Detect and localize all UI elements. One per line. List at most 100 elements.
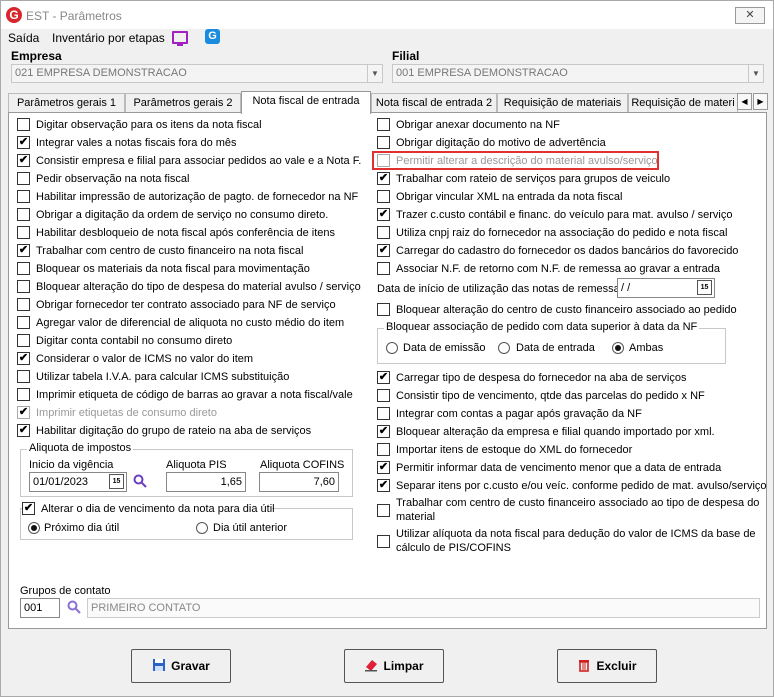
right-option-b-4[interactable]: Importar itens de estoque do XML do forn…	[377, 442, 762, 458]
checkbox[interactable]	[377, 190, 390, 203]
radio-proximo-dia[interactable]	[28, 522, 40, 534]
tab-scroll-left-icon[interactable]: ◀	[737, 93, 752, 110]
left-option-14[interactable]: Utilizar tabela I.V.A. para calcular ICM…	[17, 369, 372, 385]
tab-scroll-right-icon[interactable]: ▶	[753, 93, 768, 110]
left-option-17[interactable]: ✔ Habilitar digitação do grupo de rateio …	[17, 423, 372, 439]
left-option-8[interactable]: Bloquear os materiais da nota fiscal par…	[17, 261, 372, 277]
left-option-13[interactable]: ✔ Considerar o valor de ICMS no valor do …	[17, 351, 372, 367]
monitor-icon[interactable]	[172, 31, 188, 46]
checkbox[interactable]: ✔	[17, 352, 30, 365]
checkbox[interactable]	[17, 118, 30, 131]
left-option-16[interactable]: ✔ Imprimir etiquetas de consumo direto	[17, 405, 372, 421]
radio-ambas[interactable]	[612, 342, 624, 354]
checkbox[interactable]	[17, 208, 30, 221]
checkbox[interactable]	[17, 316, 30, 329]
right-option-b-2[interactable]: Integrar com contas a pagar após gravaçã…	[377, 406, 762, 422]
checkbox[interactable]	[17, 262, 30, 275]
checkbox[interactable]	[17, 334, 30, 347]
right-option-3[interactable]: ✔ Trabalhar com rateio de serviços para g…	[377, 171, 762, 187]
menu-saida[interactable]: Saída	[8, 29, 39, 47]
close-button[interactable]: ✕	[735, 7, 765, 24]
calendar-icon[interactable]: 15	[697, 280, 712, 295]
pis-input[interactable]: 1,65	[166, 472, 246, 492]
left-option-10[interactable]: Obrigar fornecedor ter contrato associad…	[17, 297, 372, 313]
checkbox[interactable]	[17, 298, 30, 311]
checkbox[interactable]	[377, 136, 390, 149]
tab-parametros-gerais-1[interactable]: Parâmetros gerais 1	[8, 93, 125, 113]
excluir-button[interactable]: Excluir	[557, 649, 657, 683]
empresa-select[interactable]: 021 EMPRESA DEMONSTRACAO ▼	[11, 64, 383, 83]
chevron-down-icon[interactable]: ▼	[748, 65, 763, 82]
multiline-option-2[interactable]: Utilizar alíquota da nota fiscal para de…	[377, 528, 762, 556]
right-option-7[interactable]: ✔ Carregar do cadastro do fornecedor os d…	[377, 243, 762, 259]
checkbox[interactable]	[17, 172, 30, 185]
right-option-8[interactable]: Associar N.F. de retorno com N.F. de rem…	[377, 261, 762, 277]
menu-inventario[interactable]: Inventário por etapas	[52, 29, 165, 47]
left-option-3[interactable]: Pedir observação na nota fiscal	[17, 171, 372, 187]
checkbox[interactable]: ✔	[377, 244, 390, 257]
right-option-4[interactable]: Obrigar vincular XML na entrada da nota …	[377, 189, 762, 205]
checkbox[interactable]	[377, 504, 390, 517]
right-option-b-5[interactable]: ✔ Permitir informar data de vencimento me…	[377, 460, 762, 476]
radio-data-entrada[interactable]	[498, 342, 510, 354]
checkbox[interactable]	[377, 389, 390, 402]
checkbox[interactable]	[377, 407, 390, 420]
right-option-6[interactable]: Utiliza cnpj raiz do fornecedor na assoc…	[377, 225, 762, 241]
left-option-0[interactable]: Digitar observação para os itens da nota…	[17, 117, 372, 133]
checkbox[interactable]	[17, 388, 30, 401]
right-option-b-3[interactable]: ✔ Bloquear alteração da empresa e filial …	[377, 424, 762, 440]
tab-requisicao-materiais-2[interactable]: Requisição de materi	[628, 93, 738, 113]
search-icon[interactable]	[133, 474, 147, 488]
left-option-11[interactable]: Agregar valor de diferencial de aliquota…	[17, 315, 372, 331]
left-option-7[interactable]: ✔ Trabalhar com centro de custo financeir…	[17, 243, 372, 259]
checkbox[interactable]: ✔	[17, 424, 30, 437]
left-option-5[interactable]: Obrigar a digitação da ordem de serviço …	[17, 207, 372, 223]
checkbox[interactable]	[377, 118, 390, 131]
radio-data-emissao[interactable]	[386, 342, 398, 354]
right-option-0[interactable]: Obrigar anexar documento na NF	[377, 117, 762, 133]
tab-requisicao-materiais[interactable]: Requisição de materiais	[497, 93, 628, 113]
search-icon[interactable]	[67, 600, 81, 614]
checkbox[interactable]: ✔	[377, 208, 390, 221]
checkbox[interactable]: ✔	[22, 502, 35, 515]
checkbox[interactable]	[377, 443, 390, 456]
tab-nota-fiscal-entrada-2[interactable]: Nota fiscal de entrada 2	[371, 93, 497, 113]
checkbox[interactable]: ✔	[17, 154, 30, 167]
checkbox[interactable]: ✔	[377, 479, 390, 492]
gravar-button[interactable]: Gravar	[131, 649, 231, 683]
chevron-down-icon[interactable]: ▼	[367, 65, 382, 82]
right-option-b-1[interactable]: Consistir tipo de vencimento, qtde das p…	[377, 388, 762, 404]
checkbox[interactable]: ✔	[17, 136, 30, 149]
checkbox[interactable]	[17, 370, 30, 383]
right-option-b-6[interactable]: ✔ Separar itens por c.custo e/ou veíc. co…	[377, 478, 767, 494]
checkbox[interactable]	[377, 262, 390, 275]
left-option-15[interactable]: Imprimir etiqueta de código de barras ao…	[17, 387, 372, 403]
calendar-icon[interactable]: 15	[109, 474, 124, 489]
filial-select[interactable]: 001 EMPRESA DEMONSTRACAO ▼	[392, 64, 764, 83]
left-option-9[interactable]: Bloquear alteração do tipo de despesa do…	[17, 279, 372, 295]
tab-parametros-gerais-2[interactable]: Parâmetros gerais 2	[125, 93, 241, 113]
grupos-code-input[interactable]: 001	[20, 598, 60, 618]
multiline-option-1[interactable]: Trabalhar com centro de custo financeiro…	[377, 497, 762, 525]
checkbox[interactable]	[377, 303, 390, 316]
left-option-6[interactable]: Habilitar desbloqueio de nota fiscal apó…	[17, 225, 372, 241]
right-option-1[interactable]: Obrigar digitação do motivo de advertênc…	[377, 135, 762, 151]
checkbox[interactable]: ✔	[377, 371, 390, 384]
left-option-4[interactable]: Habilitar impressão de autorização de pa…	[17, 189, 372, 205]
left-option-1[interactable]: ✔ Integrar vales a notas fiscais fora do …	[17, 135, 372, 151]
tab-nota-fiscal-entrada[interactable]: Nota fiscal de entrada	[241, 91, 371, 114]
checkbox[interactable]	[17, 190, 30, 203]
left-option-2[interactable]: ✔ Consistir empresa e filial para associa…	[17, 153, 372, 169]
vencimento-checkbox[interactable]: ✔ Alterar o dia de vencimento da nota pa…	[22, 501, 275, 517]
right-option-5[interactable]: ✔ Trazer c.custo contábil e financ. do ve…	[377, 207, 762, 223]
checkbox[interactable]	[17, 280, 30, 293]
checkbox[interactable]: ✔	[377, 425, 390, 438]
checkbox[interactable]	[17, 226, 30, 239]
limpar-button[interactable]: Limpar	[344, 649, 444, 683]
cofins-input[interactable]: 7,60	[259, 472, 339, 492]
checkbox[interactable]: ✔	[17, 406, 30, 419]
app-shortcut-icon[interactable]: G	[205, 29, 220, 44]
radio-dia-anterior[interactable]	[196, 522, 208, 534]
bloquear-cc-checkbox[interactable]: Bloquear alteração do centro de custo fi…	[377, 302, 762, 318]
checkbox[interactable]	[377, 535, 390, 548]
